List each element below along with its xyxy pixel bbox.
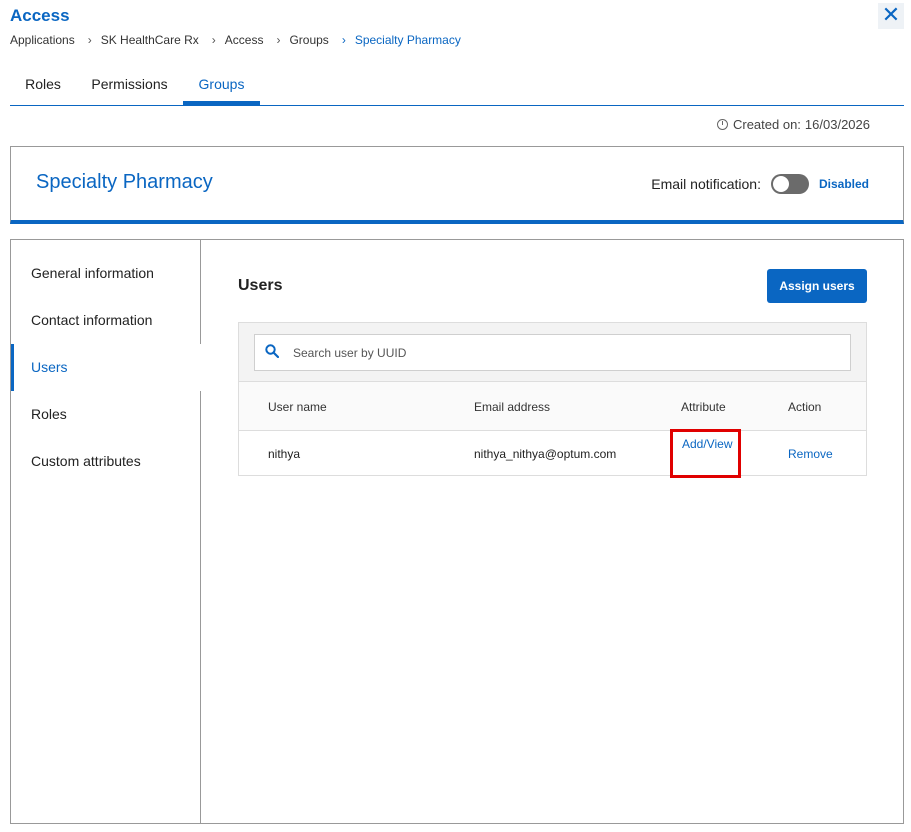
cell-user-name: nithya — [268, 447, 301, 461]
app-title: Access — [10, 6, 70, 25]
breadcrumb: Applications › SK HealthCare Rx › Access › Gro… — [10, 33, 461, 47]
side-nav-item-contact-information[interactable]: Contact information — [11, 297, 201, 344]
column-header-email: Email address — [474, 400, 551, 414]
side-nav-item-general-information[interactable]: General information — [11, 250, 201, 297]
group-content: General information Contact information … — [10, 239, 904, 824]
breadcrumb-item-access[interactable]: Access — [225, 33, 264, 47]
email-notification: Email notification: Disabled — [651, 174, 869, 194]
cell-email: nithya_nithya@optum.com — [474, 447, 617, 461]
tab-groups[interactable]: Groups — [183, 66, 260, 105]
column-header-action: Action — [788, 400, 822, 414]
column-header-user-name: User name — [268, 400, 327, 414]
search-user-input[interactable] — [293, 340, 833, 365]
breadcrumb-item-groups[interactable]: Groups — [289, 33, 328, 47]
email-notification-toggle[interactable] — [770, 174, 809, 194]
search-icon — [265, 344, 279, 358]
close-icon: ✕ — [881, 3, 901, 28]
chevron-right-icon: › — [276, 33, 281, 47]
breadcrumb-item-application[interactable]: SK HealthCare Rx — [101, 33, 199, 47]
search-bar — [238, 322, 867, 381]
email-notification-label: Email notification: — [651, 176, 761, 192]
created-date: 16/03/2026 — [804, 117, 870, 132]
search-box — [254, 334, 851, 371]
clock-icon — [716, 119, 728, 130]
chevron-right-icon: › — [87, 33, 92, 47]
table-header: User name Email address Attribute Action — [239, 382, 866, 431]
tab-roles[interactable]: Roles — [10, 66, 76, 105]
email-notification-status: Disabled — [818, 177, 869, 191]
breadcrumb-item-applications[interactable]: Applications — [10, 33, 75, 47]
add-view-attribute-link[interactable]: Add/View — [670, 429, 741, 478]
group-title: Specialty Pharmacy — [36, 171, 213, 193]
tab-permissions[interactable]: Permissions — [76, 66, 183, 105]
side-nav-item-custom-attributes[interactable]: Custom attributes — [11, 438, 201, 485]
toggle-knob — [772, 176, 789, 192]
users-table: User name Email address Attribute Action… — [238, 381, 867, 478]
chevron-right-icon: › — [341, 33, 346, 47]
breadcrumb-item-current: Specialty Pharmacy — [354, 33, 461, 47]
column-header-attribute: Attribute — [681, 400, 726, 414]
assign-users-button[interactable]: Assign users — [767, 269, 867, 303]
close-button[interactable]: ✕ — [878, 3, 904, 29]
remove-user-link[interactable]: Remove — [788, 447, 833, 461]
created-on: Created on: 16/03/2026 — [716, 117, 870, 132]
users-section-title: Users — [238, 277, 283, 294]
side-nav-item-users[interactable]: Users — [11, 344, 203, 391]
created-label: Created on: — [732, 117, 801, 132]
chevron-right-icon: › — [211, 33, 216, 47]
side-nav-item-roles[interactable]: Roles — [11, 391, 201, 438]
group-header: Specialty Pharmacy Email notification: D… — [10, 146, 904, 224]
tab-bar: Roles Permissions Groups — [10, 66, 904, 106]
